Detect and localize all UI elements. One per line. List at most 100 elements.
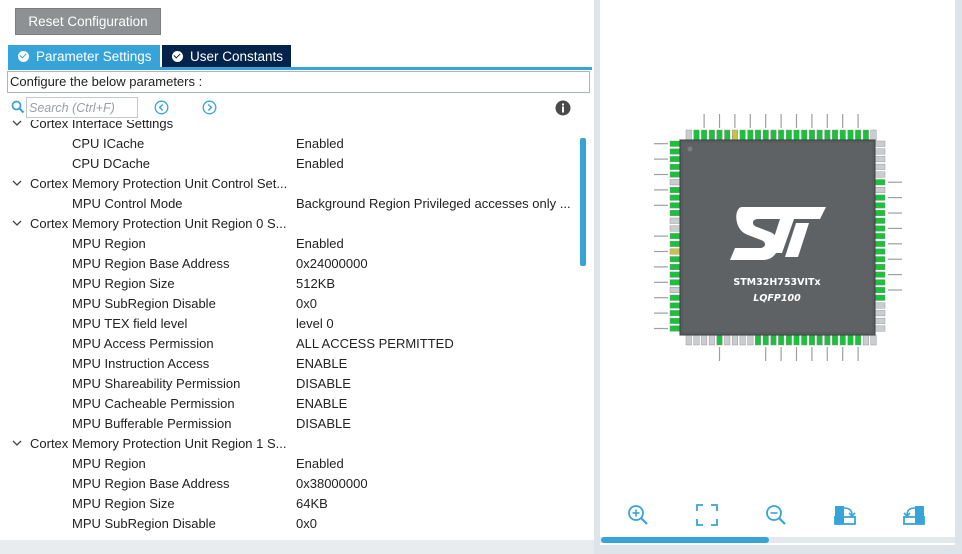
pin[interactable] — [874, 233, 886, 240]
tree-group[interactable]: Cortex Memory Protection Unit Region 1 S… — [0, 433, 578, 453]
parameter-value[interactable]: 0x0 — [296, 296, 576, 311]
pin[interactable] — [801, 129, 808, 141]
pin[interactable] — [669, 310, 681, 317]
parameter-row[interactable]: CPU ICache Enabled — [0, 133, 578, 153]
pin[interactable] — [739, 129, 746, 141]
pin[interactable] — [870, 129, 877, 141]
pin[interactable] — [778, 334, 785, 346]
pin[interactable] — [669, 263, 681, 270]
parameter-row[interactable]: MPU SubRegion Disable 0x0 — [0, 293, 578, 313]
pin[interactable] — [832, 129, 839, 141]
pin[interactable] — [855, 334, 862, 346]
parameter-row[interactable]: MPU Access Permission ALL ACCESS PERMITTE… — [0, 333, 578, 353]
pin[interactable] — [669, 171, 681, 178]
pin[interactable] — [708, 334, 715, 346]
parameter-row[interactable]: MPU Control Mode Background Region Privil… — [0, 193, 578, 213]
pin[interactable] — [724, 334, 731, 346]
pin[interactable] — [874, 225, 886, 232]
chevron-down-icon[interactable] — [11, 438, 23, 448]
pin[interactable] — [816, 334, 823, 346]
pin[interactable] — [685, 334, 692, 346]
pin[interactable] — [874, 202, 886, 209]
pin[interactable] — [874, 217, 886, 224]
pin[interactable] — [669, 202, 681, 209]
pin[interactable] — [747, 129, 754, 141]
pin[interactable] — [747, 334, 754, 346]
import-icon[interactable] — [902, 503, 926, 527]
pin[interactable] — [669, 256, 681, 263]
parameter-row[interactable]: MPU Region Enabled — [0, 233, 578, 253]
pin[interactable] — [693, 334, 700, 346]
pin[interactable] — [874, 271, 886, 278]
arrow-left-icon[interactable] — [154, 100, 169, 115]
pin[interactable] — [874, 210, 886, 217]
pin[interactable] — [874, 287, 886, 294]
pin[interactable] — [824, 334, 831, 346]
parameter-row[interactable]: CPU DCache Enabled — [0, 153, 578, 173]
pin[interactable] — [793, 129, 800, 141]
pin[interactable] — [739, 334, 746, 346]
pin[interactable] — [874, 194, 886, 201]
search-icon[interactable] — [11, 100, 25, 114]
zoom-in-icon[interactable] — [626, 503, 650, 527]
parameter-value[interactable]: Background Region Privileged accesses on… — [296, 196, 576, 211]
pin[interactable] — [870, 334, 877, 346]
pin[interactable] — [669, 287, 681, 294]
pin[interactable] — [716, 129, 723, 141]
pin[interactable] — [669, 179, 681, 186]
search-input[interactable] — [26, 97, 138, 118]
horizontal-scrollbar-thumb[interactable] — [601, 537, 769, 543]
pin[interactable] — [785, 334, 792, 346]
pin[interactable] — [874, 171, 886, 178]
parameter-value[interactable]: 512KB — [296, 276, 576, 291]
pin[interactable] — [874, 179, 886, 186]
zoom-out-icon[interactable] — [764, 503, 788, 527]
parameter-value[interactable]: Enabled — [296, 456, 576, 471]
pin[interactable] — [669, 271, 681, 278]
pin[interactable] — [847, 129, 854, 141]
pin[interactable] — [685, 129, 692, 141]
pin[interactable] — [874, 302, 886, 309]
pin[interactable] — [874, 186, 886, 193]
pin[interactable] — [874, 148, 886, 155]
info-icon[interactable] — [555, 100, 571, 116]
pin[interactable] — [762, 129, 769, 141]
pin[interactable] — [669, 233, 681, 240]
pin[interactable] — [874, 140, 886, 147]
fit-screen-icon[interactable] — [695, 503, 719, 527]
pin[interactable] — [669, 156, 681, 163]
pin[interactable] — [874, 294, 886, 301]
parameter-row[interactable]: MPU Region Size 512KB — [0, 273, 578, 293]
pin[interactable] — [731, 129, 738, 141]
parameter-row[interactable]: MPU Region Base Address 0x24000000 — [0, 253, 578, 273]
pin[interactable] — [731, 334, 738, 346]
parameter-value[interactable]: 64KB — [296, 496, 576, 511]
pin[interactable] — [862, 129, 869, 141]
parameter-value[interactable]: ENABLE — [296, 356, 576, 371]
pin[interactable] — [874, 156, 886, 163]
pin[interactable] — [874, 163, 886, 170]
pin[interactable] — [669, 225, 681, 232]
pin[interactable] — [701, 129, 708, 141]
pin[interactable] — [862, 334, 869, 346]
tree-group[interactable]: Cortex Interface Settings — [0, 120, 578, 133]
pin[interactable] — [669, 217, 681, 224]
reset-configuration-button[interactable]: Reset Configuration — [15, 8, 161, 35]
pin[interactable] — [669, 240, 681, 247]
pin[interactable] — [874, 279, 886, 286]
pin[interactable] — [724, 129, 731, 141]
arrow-right-icon[interactable] — [202, 100, 217, 115]
parameter-row[interactable]: MPU Cacheable Permission ENABLE — [0, 393, 578, 413]
pin[interactable] — [669, 294, 681, 301]
pin[interactable] — [701, 334, 708, 346]
export-icon[interactable] — [833, 503, 857, 527]
pin[interactable] — [874, 256, 886, 263]
tree-group[interactable]: Cortex Memory Protection Unit Control Se… — [0, 173, 578, 193]
parameter-value[interactable]: Enabled — [296, 156, 576, 171]
parameter-value[interactable]: 0x38000000 — [296, 476, 576, 491]
parameter-row[interactable]: MPU Instruction Access ENABLE — [0, 353, 578, 373]
pin[interactable] — [669, 248, 681, 255]
parameter-value[interactable]: Enabled — [296, 236, 576, 251]
pin[interactable] — [693, 129, 700, 141]
parameter-value[interactable]: ALL ACCESS PERMITTED — [296, 336, 576, 351]
